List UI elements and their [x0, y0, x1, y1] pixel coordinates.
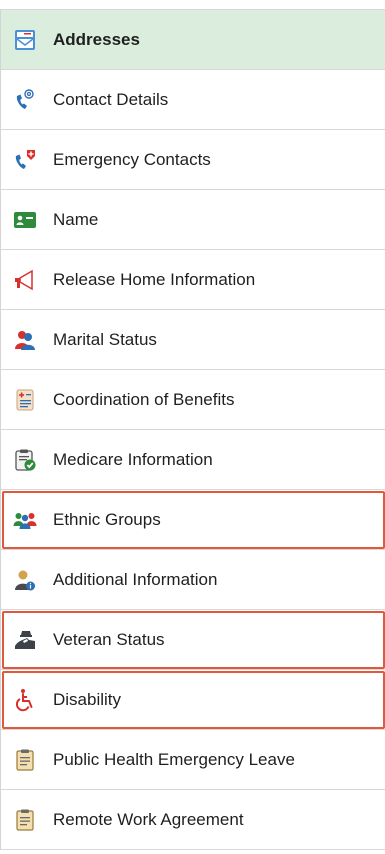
nav-item-label: Public Health Emergency Leave: [53, 749, 295, 769]
couple-icon: [13, 328, 37, 352]
personal-details-sidebar: Addresses Contact Details Emergency Cont…: [0, 9, 385, 850]
nav-item-additional-information[interactable]: Additional Information: [1, 550, 385, 610]
nav-item-label: Disability: [53, 689, 122, 709]
nav-item-label: Contact Details: [53, 89, 169, 109]
nav-item-medicare-information[interactable]: Medicare Information: [1, 430, 385, 490]
wheelchair-icon: [13, 688, 37, 712]
nav-item-label: Coordination of Benefits: [53, 389, 235, 409]
nav-item-label: Addresses: [53, 29, 140, 49]
id-card-icon: [13, 208, 37, 232]
nav-item-veteran-status[interactable]: Veteran Status: [1, 610, 385, 670]
phone-at-icon: [13, 88, 37, 112]
person-info-icon: [13, 568, 37, 592]
nav-item-label: Emergency Contacts: [53, 149, 211, 169]
nav-item-label: Marital Status: [53, 329, 157, 349]
nav-item-marital-status[interactable]: Marital Status: [1, 310, 385, 370]
clipboard-icon: [13, 808, 37, 832]
nav-item-name[interactable]: Name: [1, 190, 385, 250]
nav-item-label: Medicare Information: [53, 449, 213, 469]
nav-item-public-health-emergency-leave[interactable]: Public Health Emergency Leave: [1, 730, 385, 790]
nav-item-label: Remote Work Agreement: [53, 809, 244, 829]
nav-item-contact-details[interactable]: Contact Details: [1, 70, 385, 130]
nav-item-release-home-information[interactable]: Release Home Information: [1, 250, 385, 310]
nav-item-disability[interactable]: Disability: [1, 670, 385, 730]
nav-item-label: Additional Information: [53, 569, 218, 589]
clipboard-icon: [13, 748, 37, 772]
clipboard-check-icon: [13, 448, 37, 472]
megaphone-icon: [13, 268, 37, 292]
nav-item-label: Name: [53, 209, 99, 229]
nav-item-emergency-contacts[interactable]: Emergency Contacts: [1, 130, 385, 190]
envelope-icon: [13, 28, 37, 52]
nav-item-label: Veteran Status: [53, 629, 165, 649]
veteran-icon: [13, 628, 37, 652]
nav-item-label: Ethnic Groups: [53, 509, 161, 529]
nav-item-ethnic-groups[interactable]: Ethnic Groups: [1, 490, 385, 550]
medical-clipboard-icon: [13, 388, 37, 412]
nav-item-label: Release Home Information: [53, 269, 256, 289]
nav-item-addresses[interactable]: Addresses: [1, 9, 385, 70]
nav-item-remote-work-agreement[interactable]: Remote Work Agreement: [1, 790, 385, 850]
emergency-phone-icon: [13, 148, 37, 172]
group-people-icon: [13, 508, 37, 532]
nav-item-coordination-of-benefits[interactable]: Coordination of Benefits: [1, 370, 385, 430]
